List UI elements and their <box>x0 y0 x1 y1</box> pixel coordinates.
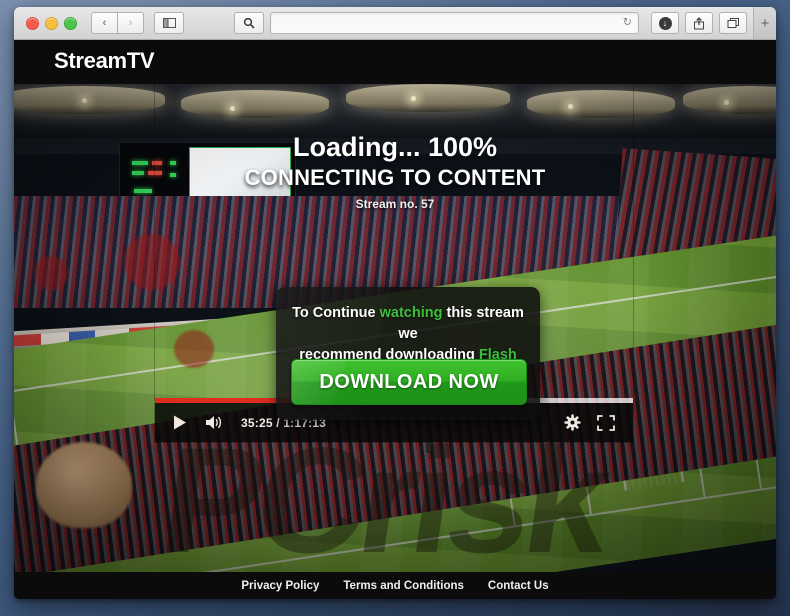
site-footer: Privacy Policy Terms and Conditions Cont… <box>14 572 776 599</box>
loading-overlay: Loading... 100% CONNECTING TO CONTENT St… <box>14 132 776 211</box>
flash-player-dialog: To Continue watching this stream we reco… <box>276 287 540 420</box>
downloads-icon: ↓ <box>658 16 672 30</box>
footer-link-contact-us[interactable]: Contact Us <box>488 580 549 592</box>
site-header: StreamTV <box>14 40 776 84</box>
browser-toolbar: ‹ › ↻ ↓ + <box>14 7 776 40</box>
close-button[interactable] <box>26 16 39 30</box>
stream-number-label: Stream no. 57 <box>355 197 435 211</box>
fullscreen-button[interactable] <box>593 410 619 436</box>
dialog-line1-highlight: watching <box>379 305 443 321</box>
reload-icon[interactable]: ↻ <box>623 17 632 29</box>
search-button[interactable] <box>234 12 264 34</box>
footer-link-privacy-policy[interactable]: Privacy Policy <box>241 580 319 592</box>
navigation-buttons: ‹ › <box>91 12 144 34</box>
toolbar-right-buttons: ↓ <box>651 12 747 34</box>
download-now-button[interactable]: DOWNLOAD NOW <box>291 359 527 405</box>
dialog-line1-part1: To Continue <box>292 305 380 321</box>
gear-icon <box>563 414 581 431</box>
connecting-text: CONNECTING TO CONTENT <box>244 165 546 190</box>
volume-button[interactable] <box>201 410 227 436</box>
site-logo[interactable]: StreamTV <box>54 48 155 74</box>
foreground-head-blur <box>36 442 132 528</box>
tabs-icon <box>727 18 739 28</box>
chevron-right-icon: › <box>128 16 133 29</box>
fullscreen-icon <box>597 414 615 431</box>
crowd-flag-blur <box>34 256 68 290</box>
web-page: StreamTV PCrisk 35:25 / 1:17:13 Loading.… <box>14 40 776 599</box>
search-icon <box>243 17 255 29</box>
volume-icon <box>205 416 221 429</box>
browser-window: ‹ › ↻ ↓ + StreamTV PCrisk 35:25 / 1:17:1… <box>14 7 776 599</box>
back-button[interactable]: ‹ <box>91 12 118 34</box>
sidebar-icon <box>162 18 176 28</box>
downloads-button[interactable]: ↓ <box>651 12 679 34</box>
loading-text: Loading... 100% <box>292 132 498 162</box>
forward-button[interactable]: › <box>118 12 144 34</box>
sidebar-toggle-button[interactable] <box>154 12 184 34</box>
window-controls <box>26 16 77 30</box>
play-icon <box>174 415 186 430</box>
new-tab-button[interactable]: + <box>753 7 776 39</box>
footer-link-terms-and-conditions[interactable]: Terms and Conditions <box>343 580 464 592</box>
share-button[interactable] <box>685 12 713 34</box>
share-icon <box>694 16 704 29</box>
screenshot-root: ‹ › ↻ ↓ + StreamTV PCrisk 35:25 / 1:17:1… <box>0 0 790 616</box>
chevron-left-icon: ‹ <box>102 16 107 29</box>
minimize-button[interactable] <box>45 16 58 30</box>
download-now-label: DOWNLOAD NOW <box>319 370 499 393</box>
settings-button[interactable] <box>559 410 585 436</box>
show-tabs-button[interactable] <box>719 12 747 34</box>
address-bar[interactable]: ↻ <box>270 12 639 34</box>
zoom-button[interactable] <box>64 16 77 30</box>
play-button[interactable] <box>167 410 193 436</box>
